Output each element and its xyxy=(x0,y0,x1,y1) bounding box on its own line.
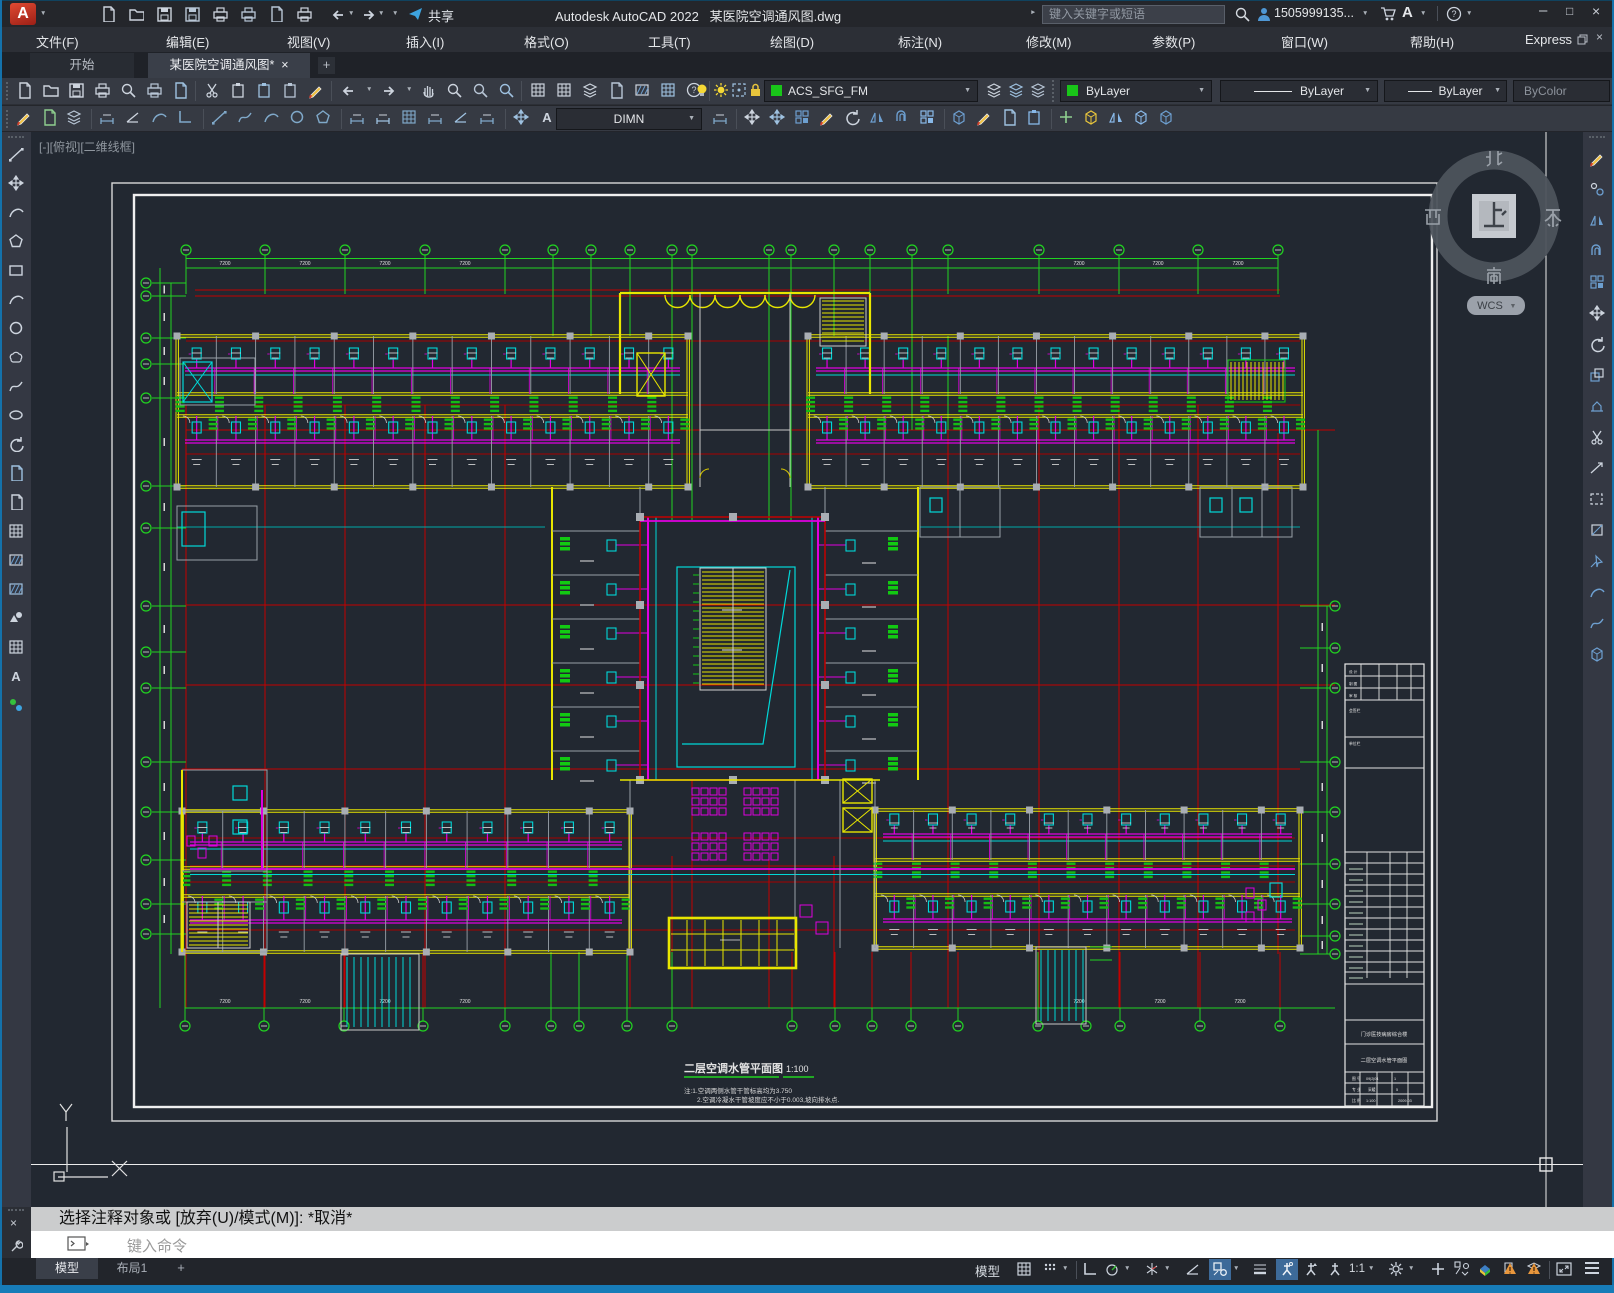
svg-text:7200: 7200 xyxy=(299,999,310,1005)
svg-text:A: A xyxy=(11,669,21,684)
svg-text:WCS: WCS xyxy=(1477,300,1503,312)
svg-text:7200: 7200 xyxy=(459,261,470,267)
svg-text:制 图: 制 图 xyxy=(1349,681,1358,686)
svg-text:?: ? xyxy=(1451,9,1456,19)
svg-text:1: 1 xyxy=(1394,1077,1396,1081)
svg-text:7200: 7200 xyxy=(379,261,390,267)
svg-text:比 例: 比 例 xyxy=(1352,1098,1361,1103)
svg-text:审 核: 审 核 xyxy=(1349,693,1358,698)
svg-text:图 号: 图 号 xyxy=(1352,1076,1361,1081)
svg-text:7200: 7200 xyxy=(1234,999,1245,1005)
svg-text:5: 5 xyxy=(1396,1088,1398,1092)
svg-text:单位栏: 单位栏 xyxy=(1349,741,1361,746)
svg-text:注:1.空调两侧水管干管标高均为3.750: 注:1.空调两侧水管干管标高均为3.750 xyxy=(684,1086,792,1095)
svg-text:7200: 7200 xyxy=(1073,261,1084,267)
svg-text:1:100: 1:100 xyxy=(786,1064,809,1074)
svg-text:7200: 7200 xyxy=(299,261,310,267)
svg-text:7200: 7200 xyxy=(1232,261,1243,267)
svg-text:设 计: 设 计 xyxy=(1349,669,1358,674)
svg-text:7200: 7200 xyxy=(1154,999,1165,1005)
svg-text:09|2|04: 09|2|04 xyxy=(1366,1077,1379,1081)
svg-text:二层空调水管平面图: 二层空调水管平面图 xyxy=(1361,1056,1408,1064)
svg-text:采暖: 采暖 xyxy=(1368,1087,1376,1092)
svg-text:2.空调冷凝水干管坡度应不小于0.003,坡向排水点.: 2.空调冷凝水干管坡度应不小于0.003,坡向排水点. xyxy=(697,1095,839,1104)
svg-text:二层空调水管平面图: 二层空调水管平面图 xyxy=(684,1061,783,1075)
svg-text:7200: 7200 xyxy=(1152,261,1163,267)
svg-text:▼: ▼ xyxy=(1510,303,1517,310)
svg-text:2009.03: 2009.03 xyxy=(1398,1099,1412,1103)
svg-text:A: A xyxy=(542,110,552,125)
svg-text:7200: 7200 xyxy=(219,261,230,267)
svg-text:会签栏: 会签栏 xyxy=(1349,708,1361,713)
svg-text:1:100: 1:100 xyxy=(1366,1099,1376,1103)
svg-text:7200: 7200 xyxy=(459,999,470,1005)
svg-text:7200: 7200 xyxy=(219,999,230,1005)
svg-text:专 业: 专 业 xyxy=(1352,1087,1361,1092)
svg-text:门诊医技病房综合楼: 门诊医技病房综合楼 xyxy=(1361,1030,1408,1038)
